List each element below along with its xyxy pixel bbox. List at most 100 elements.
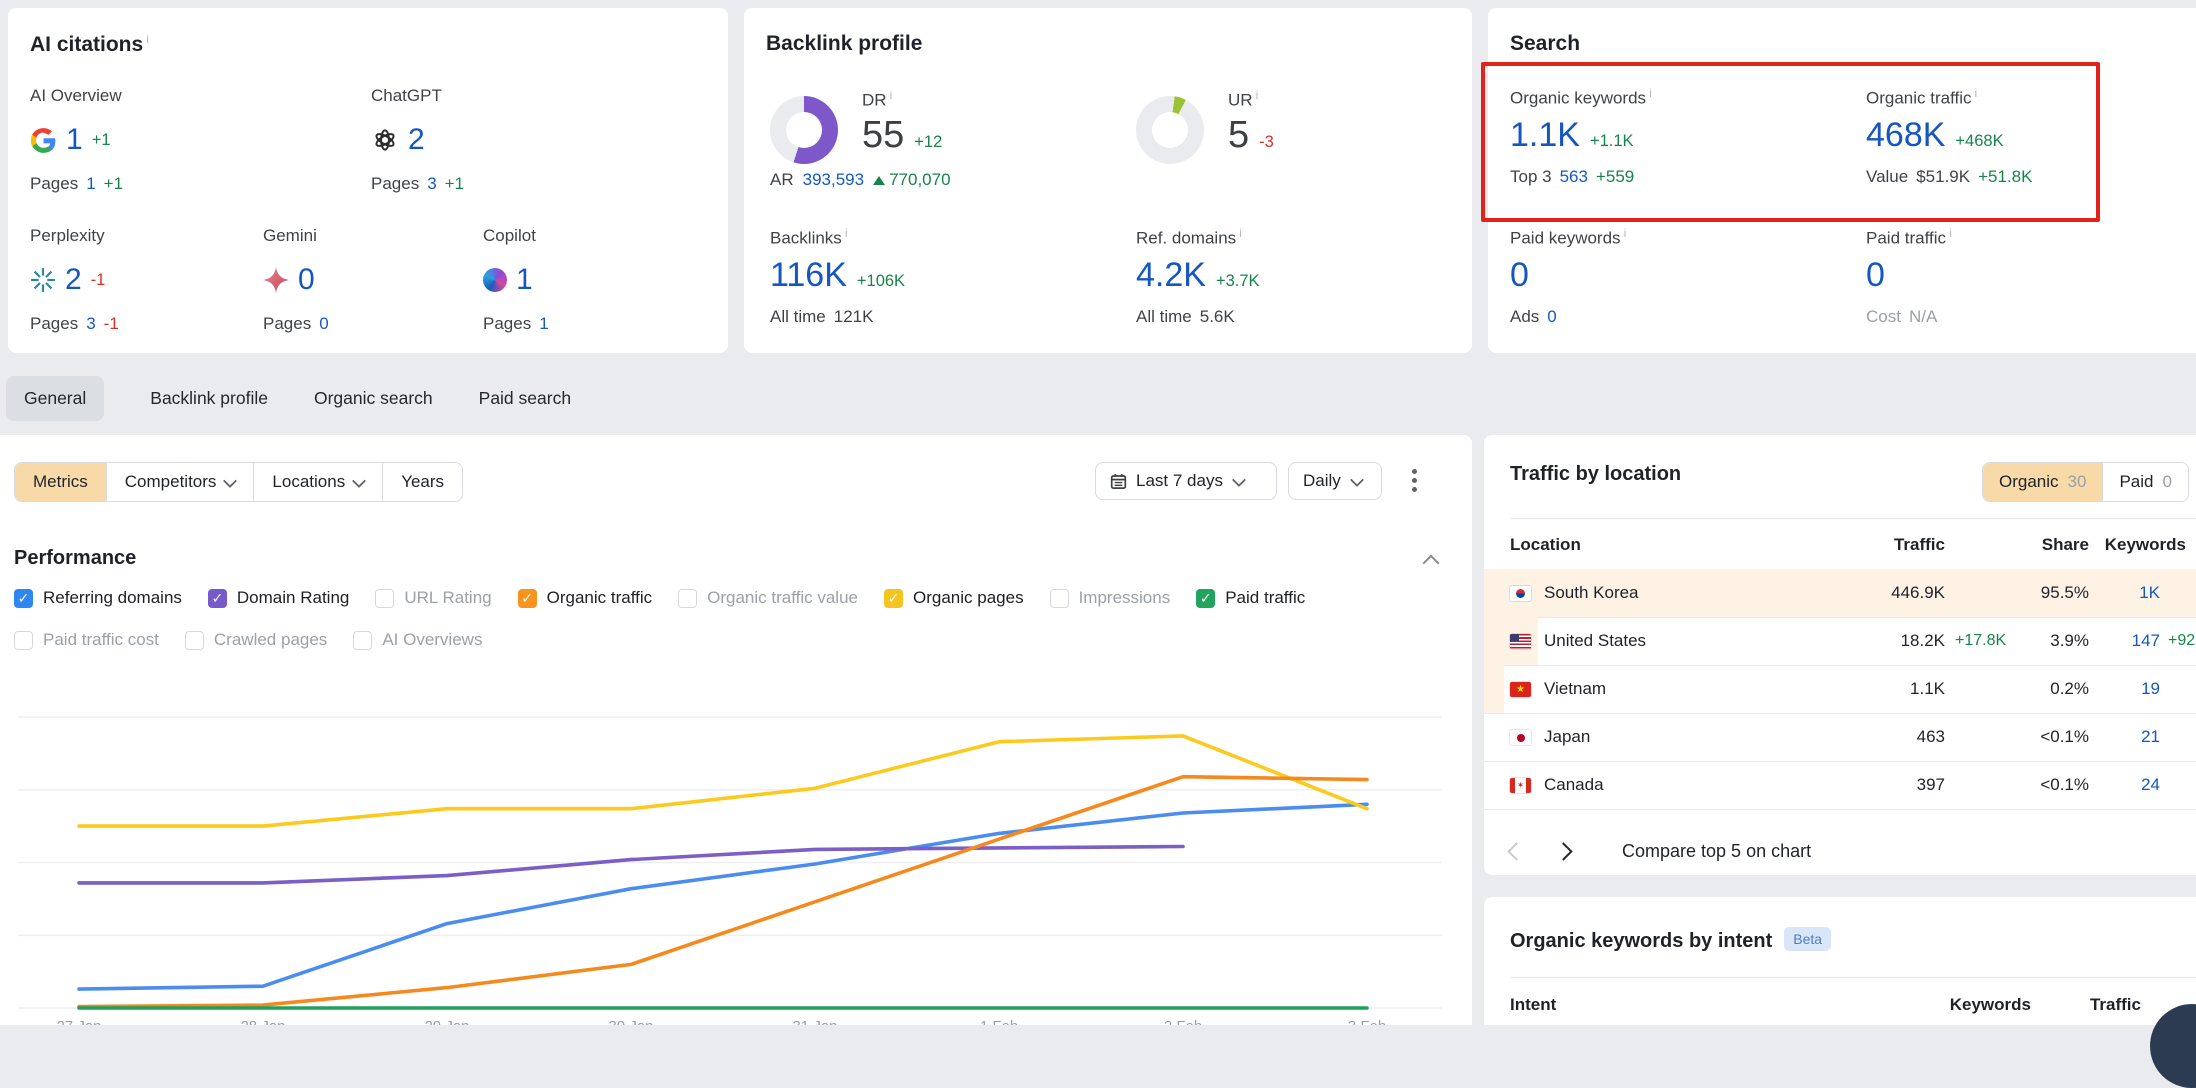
pages-count[interactable]: 3: [86, 314, 95, 334]
metric-checkbox-url-rating[interactable]: URL Rating: [375, 588, 491, 608]
date-range-button[interactable]: Last 7 days: [1095, 462, 1277, 500]
ref-domains-value[interactable]: 4.2K: [1136, 256, 1206, 295]
table-row-united-states[interactable]: United States 18.2K +17.8K 3.9% 147 +92: [1484, 617, 2196, 666]
granularity-button[interactable]: Daily: [1288, 462, 1382, 500]
metric-checkbox-referring-domains[interactable]: ✓Referring domains: [14, 588, 182, 608]
gemini-icon: [263, 267, 289, 293]
checked-checkbox-icon[interactable]: ✓: [14, 589, 33, 608]
toggle-paid[interactable]: Paid0: [2102, 463, 2188, 501]
collapse-chevron-icon[interactable]: [1423, 555, 1440, 572]
tab-organic-search[interactable]: Organic search: [314, 388, 433, 409]
col-intent: Intent: [1510, 983, 1556, 1025]
metric-checkbox-impressions[interactable]: Impressions: [1050, 588, 1171, 608]
info-icon[interactable]: i: [1256, 88, 1259, 102]
tab-backlink-profile[interactable]: Backlink profile: [150, 388, 268, 409]
competitors-filter-button[interactable]: Competitors: [107, 463, 255, 501]
table-row-vietnam[interactable]: ★ Vietnam 1.1K 0.2% 19: [1484, 665, 2196, 714]
checked-checkbox-icon[interactable]: ✓: [1196, 589, 1215, 608]
metric-checkbox-organic-traffic-value[interactable]: Organic traffic value: [678, 588, 858, 608]
checked-checkbox-icon[interactable]: ✓: [518, 589, 537, 608]
checked-checkbox-icon[interactable]: ✓: [884, 589, 903, 608]
metric-checkbox-organic-traffic[interactable]: ✓Organic traffic: [518, 588, 653, 608]
more-options-kebab-icon[interactable]: [1412, 469, 1417, 492]
table-row-south-korea[interactable]: South Korea 446.9K 95.5% 1K: [1484, 569, 2196, 618]
chart-line-referring-domains: [79, 804, 1367, 989]
info-icon[interactable]: i: [1239, 226, 1242, 240]
keywords-link[interactable]: 19: [2050, 665, 2160, 713]
keywords-link[interactable]: 1K: [2050, 569, 2160, 617]
flag-south-korea-icon: [1510, 586, 1531, 601]
table-row-canada[interactable]: ✶ Canada 397 <0.1% 24: [1484, 761, 2196, 810]
metric-backlinks: Backlinksi 116K +106K All time121K: [770, 226, 1100, 327]
keywords-link[interactable]: 24: [2050, 761, 2160, 809]
backlinks-value[interactable]: 116K: [770, 256, 847, 295]
info-icon[interactable]: i: [890, 88, 893, 102]
pages-count[interactable]: 1: [86, 174, 95, 194]
unchecked-checkbox-icon[interactable]: [678, 589, 697, 608]
dr-donut-chart: [770, 96, 838, 164]
locations-pagination: Compare top 5 on chart: [1510, 831, 1811, 871]
metric-checkbox-organic-pages[interactable]: ✓Organic pages: [884, 588, 1024, 608]
performance-panel: Metrics Competitors Locations Years Last…: [0, 435, 1472, 1025]
organic-paid-toggle: Organic30 Paid0: [1982, 462, 2189, 502]
info-icon[interactable]: i: [845, 226, 848, 240]
paid-keywords-value: 0: [1510, 256, 1529, 295]
pages-count[interactable]: 3: [427, 174, 436, 194]
toggle-organic[interactable]: Organic30: [1983, 463, 2102, 501]
traffic-by-location-title: Traffic by location: [1510, 463, 1681, 486]
info-icon[interactable]: i: [1649, 86, 1652, 100]
metric-value: 1: [66, 123, 83, 157]
metric-checkbox-paid-traffic-cost[interactable]: Paid traffic cost: [14, 630, 159, 650]
col-traffic: Traffic: [1825, 523, 1945, 567]
unchecked-checkbox-icon[interactable]: [353, 631, 372, 650]
performance-chart[interactable]: 27 Jan28 Jan29 Jan30 Jan31 Jan1 Feb2 Feb…: [0, 665, 1472, 1025]
location-name[interactable]: South Korea: [1544, 569, 1639, 617]
metric-checkbox-paid-traffic[interactable]: ✓Paid traffic: [1196, 588, 1305, 608]
organic-keywords-value[interactable]: 1.1K: [1510, 116, 1580, 155]
pages-count[interactable]: 1: [539, 314, 548, 334]
metric-checkbox-crawled-pages[interactable]: Crawled pages: [185, 630, 327, 650]
ai-citations-card: AI citationsi AI Overview 1 +1 Pages1+1 …: [8, 8, 728, 353]
metric-paid-keywords: Paid keywordsi 0 Ads0: [1510, 226, 1840, 327]
info-icon[interactable]: i: [1975, 86, 1978, 100]
metric-checkbox-domain-rating[interactable]: ✓Domain Rating: [208, 588, 349, 608]
tab-general[interactable]: General: [6, 376, 104, 421]
tab-paid-search[interactable]: Paid search: [479, 388, 571, 409]
chevron-down-icon: [1232, 472, 1246, 486]
unchecked-checkbox-icon[interactable]: [375, 589, 394, 608]
flag-vietnam-icon: ★: [1510, 682, 1531, 697]
metric-organic-keywords: Organic keywordsi 1.1K +1.1K Top 3563+55…: [1510, 86, 1840, 187]
ar-value[interactable]: 393,593: [803, 170, 864, 190]
unchecked-checkbox-icon[interactable]: [14, 631, 33, 650]
next-page-icon[interactable]: [1554, 842, 1572, 860]
unchecked-checkbox-icon[interactable]: [185, 631, 204, 650]
metric-checkbox-ai-overviews[interactable]: AI Overviews: [353, 630, 482, 650]
compare-top5-link[interactable]: Compare top 5 on chart: [1622, 841, 1811, 862]
info-icon[interactable]: i: [1949, 226, 1952, 240]
keywords-link[interactable]: 21: [2050, 713, 2160, 761]
flag-canada-icon: ✶: [1510, 778, 1531, 793]
metrics-filter-button[interactable]: Metrics: [15, 463, 107, 501]
info-icon[interactable]: i: [146, 32, 149, 46]
metric-value: 2: [65, 263, 82, 297]
organic-traffic-value[interactable]: 468K: [1866, 116, 1945, 155]
years-filter-button[interactable]: Years: [383, 463, 462, 501]
metric-organic-traffic: Organic traffici 468K +468K Value$51.9K+…: [1866, 86, 2196, 187]
location-name[interactable]: United States: [1544, 617, 1646, 665]
pages-count[interactable]: 0: [319, 314, 328, 334]
prev-page-icon[interactable]: [1507, 842, 1525, 860]
chart-line-organic-traffic: [79, 777, 1367, 1007]
keywords-by-intent-card: Organic keywords by intentBeta Intent Ke…: [1484, 897, 2196, 1025]
checked-checkbox-icon[interactable]: ✓: [208, 589, 227, 608]
location-name[interactable]: Vietnam: [1544, 665, 1606, 713]
keywords-link[interactable]: 147: [2050, 617, 2160, 665]
locations-table-header: Location Traffic Share Keywords: [1484, 523, 2196, 567]
location-name[interactable]: Canada: [1544, 761, 1604, 809]
table-row-japan[interactable]: Japan 463 <0.1% 21: [1484, 713, 2196, 762]
unchecked-checkbox-icon[interactable]: [1050, 589, 1069, 608]
info-icon[interactable]: i: [1624, 226, 1627, 240]
location-name[interactable]: Japan: [1544, 713, 1590, 761]
svg-text:31 Jan: 31 Jan: [792, 1018, 837, 1025]
locations-filter-button[interactable]: Locations: [254, 463, 383, 501]
top3-count[interactable]: 563: [1560, 167, 1588, 187]
